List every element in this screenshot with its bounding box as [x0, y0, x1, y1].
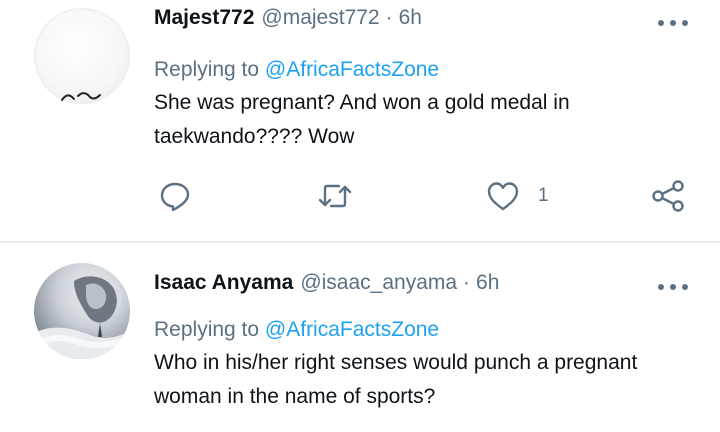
replying-to-label: Replying to	[154, 318, 260, 341]
timestamp[interactable]: 6h	[399, 5, 422, 31]
like-button[interactable]: 1	[486, 176, 549, 216]
retweet-icon	[318, 184, 352, 208]
replying-to-label: Replying to	[154, 58, 260, 81]
tweet-item[interactable]: Majest772 @majest772 · 6h Replying to @A…	[0, 0, 720, 242]
like-icon	[487, 182, 519, 211]
replying-to-mention[interactable]: @AfricaFactsZone	[265, 318, 439, 341]
replying-to: Replying to @AfricaFactsZone	[154, 57, 439, 83]
share-icon	[652, 180, 684, 212]
retweet-button[interactable]	[317, 176, 353, 216]
lion-avatar-icon	[34, 273, 130, 359]
like-count: 1	[538, 185, 549, 206]
tweet-header: Majest772 @majest772 · 6h	[154, 5, 422, 31]
display-name[interactable]: Majest772	[154, 5, 254, 31]
user-avatar[interactable]	[34, 263, 130, 359]
separator-dot: ·	[463, 271, 471, 294]
replying-to: Replying to @AfricaFactsZone	[154, 317, 439, 343]
share-button[interactable]	[650, 176, 686, 216]
more-options-icon[interactable]	[658, 17, 688, 29]
separator-dot: ·	[385, 6, 393, 29]
tweet-text: She was pregnant? And won a gold medal i…	[154, 91, 570, 148]
tweet-header: Isaac Anyama @isaac_anyama · 6h	[154, 270, 499, 296]
replying-to-mention[interactable]: @AfricaFactsZone	[265, 58, 439, 81]
reply-icon	[160, 182, 190, 212]
more-options-icon[interactable]	[658, 281, 688, 293]
tweet-text: Who in his/her right senses would punch …	[154, 351, 638, 408]
display-name[interactable]: Isaac Anyama	[154, 270, 293, 296]
timestamp[interactable]: 6h	[476, 270, 499, 296]
reply-button[interactable]	[158, 176, 192, 216]
user-handle[interactable]: @isaac_anyama	[300, 270, 457, 296]
tweet-item[interactable]: Isaac Anyama @isaac_anyama · 6h Replying…	[0, 243, 720, 432]
tweet-actions: 1	[0, 176, 720, 216]
avatar-edge-sketch-icon	[61, 92, 101, 101]
user-handle[interactable]: @majest772	[261, 5, 379, 31]
